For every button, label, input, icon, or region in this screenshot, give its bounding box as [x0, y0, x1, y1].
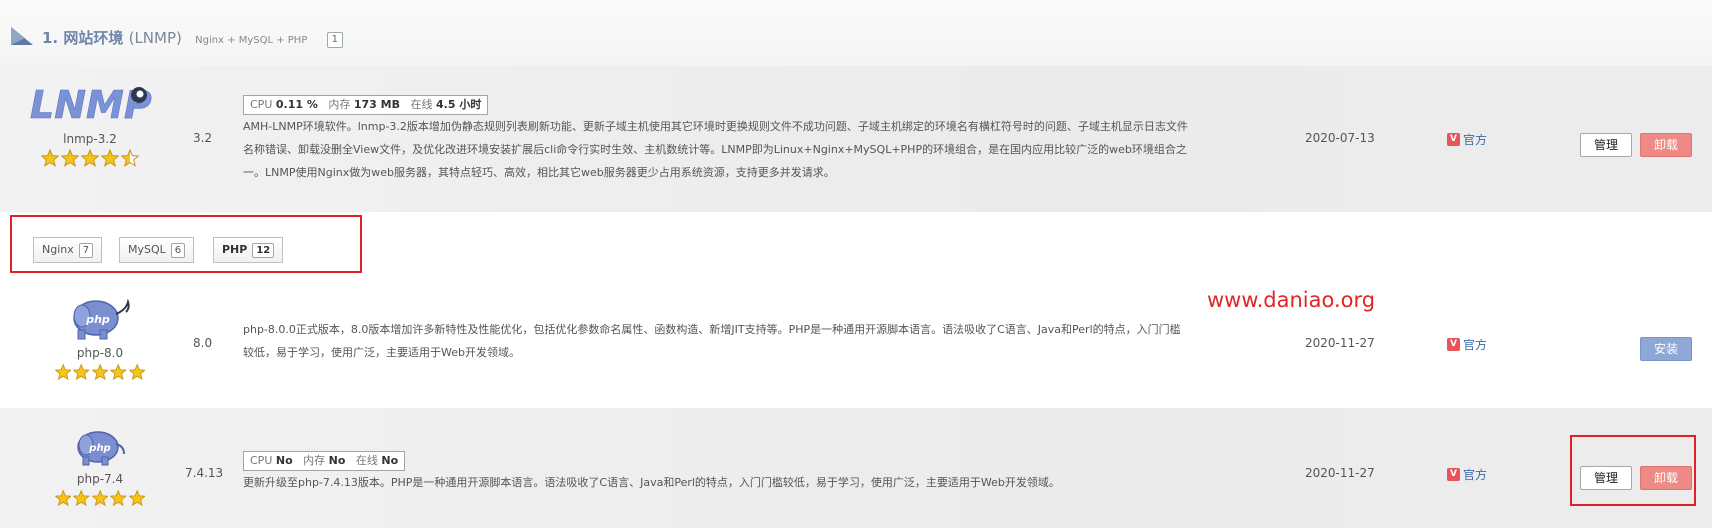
php74-name: php-7.4 [76, 472, 124, 486]
official-v-icon: V [1447, 338, 1460, 351]
star-full-icon [128, 363, 146, 381]
star-full-icon [91, 363, 109, 381]
php-elephant-icon: php [77, 431, 125, 466]
star-full-icon [91, 489, 109, 507]
lnmp-logo-icon: LNMP [30, 83, 152, 128]
official-v-icon: V [1447, 468, 1460, 481]
php-elephant-icon: php [73, 298, 130, 340]
star-full-icon [41, 149, 59, 167]
php80-official-link[interactable]: V 官方 [1447, 336, 1487, 353]
php74-mem: No [328, 454, 346, 467]
lnmp-online: 4.5 小时 [436, 98, 482, 111]
section-stack: Nginx + MySQL + PHP [195, 35, 308, 46]
php80-version: 8.0 [193, 336, 213, 350]
lnmp-rating [28, 149, 152, 167]
section-flag-icon [11, 27, 33, 45]
lnmp-logo-cell: LNMP lnmp-3.2 [28, 78, 152, 167]
section-header: 1. 网站环境 (LNMP) Nginx + MySQL + PHP 1 [0, 0, 1712, 66]
lnmp-uninstall-button[interactable]: 卸载 [1640, 133, 1692, 157]
star-full-icon [81, 149, 99, 167]
section-title: 1. 网站环境 (LNMP) Nginx + MySQL + PHP 1 [42, 27, 343, 48]
lnmp-version: 3.2 [193, 131, 213, 145]
php74-date: 2020-11-27 [1305, 466, 1375, 480]
section-count-badge: 1 [326, 32, 343, 48]
php80-date: 2020-11-27 [1305, 336, 1375, 350]
watermark-text: www.daniao.org [1207, 288, 1376, 312]
lnmp-manage-button[interactable]: 管理 [1580, 133, 1632, 157]
star-full-icon [128, 489, 146, 507]
php80-description: php-8.0.0正式版本，8.0版本增加许多新特性及性能优化，包括优化参数命名… [243, 323, 1181, 359]
star-full-icon [61, 149, 79, 167]
php80-install-button[interactable]: 安装 [1640, 337, 1692, 361]
highlight-box-tabs [10, 215, 362, 273]
official-v-icon: V [1447, 133, 1460, 146]
star-full-icon [54, 489, 72, 507]
php74-cpu: No [275, 454, 293, 467]
star-half-icon [121, 149, 139, 167]
svg-text:php: php [85, 313, 110, 326]
highlight-box-buttons [1570, 435, 1696, 506]
section-subtitle: (LNMP) [128, 29, 182, 47]
lnmp-cpu: 0.11 % [275, 98, 318, 111]
php74-description: 更新升级至php-7.4.13版本。PHP是一种通用开源脚本语言。语法吸收了C语… [243, 476, 1060, 489]
lnmp-name: lnmp-3.2 [63, 132, 117, 146]
lnmp-description: AMH-LNMP环境软件。lnmp-3.2版本增加伪静态规则列表刷新功能、更新子… [243, 120, 1188, 179]
star-full-icon [73, 489, 90, 507]
section-title-text: 1. 网站环境 [42, 29, 124, 47]
lnmp-date: 2020-07-13 [1305, 131, 1375, 145]
php74-usage-box: CPU No 内存 No 在线 No [243, 451, 406, 471]
php80-rating [54, 363, 146, 381]
svg-text:php: php [88, 443, 110, 454]
php74-online: No [381, 454, 399, 467]
star-full-icon [73, 363, 90, 381]
star-full-icon [110, 489, 127, 507]
php74-official-link[interactable]: V 官方 [1447, 466, 1487, 483]
php74-logo-cell: php php-7.4 [54, 428, 146, 507]
php80-name: php-8.0 [76, 346, 124, 360]
star-full-icon [101, 149, 119, 167]
star-full-icon [54, 363, 72, 381]
lnmp-mem: 173 MB [353, 98, 400, 111]
lnmp-official-link[interactable]: V 官方 [1447, 131, 1487, 148]
lnmp-usage-box: CPU 0.11 % 内存 173 MB 在线 4.5 小时 [243, 95, 489, 115]
star-full-icon [110, 363, 127, 381]
php74-rating [54, 489, 146, 507]
php74-version: 7.4.13 [185, 466, 224, 480]
php80-logo-cell: php php-8.0 [54, 296, 146, 381]
